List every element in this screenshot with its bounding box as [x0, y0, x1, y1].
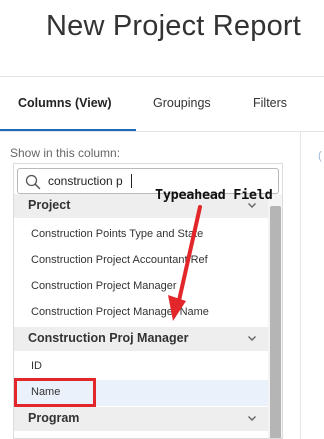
text-cursor: [131, 174, 132, 188]
tab-bar: Columns (View) Groupings Filters: [0, 78, 324, 132]
page-title: New Project Report: [46, 10, 302, 42]
tab-filters[interactable]: Filters: [253, 96, 287, 110]
group-label: Construction Proj Manager: [28, 331, 189, 345]
list-item[interactable]: Construction Project Manager: [14, 274, 268, 300]
list-item-label: ID: [31, 360, 42, 372]
header-divider: [0, 76, 324, 77]
scrollbar-thumb[interactable]: [270, 206, 281, 438]
column-picker-panel: Project Construction Points Type and Sta…: [13, 163, 283, 439]
chevron-down-icon: [248, 416, 256, 421]
search-icon: [25, 174, 41, 190]
tab-columns-view[interactable]: Columns (View): [18, 96, 112, 110]
group-label: Program: [28, 411, 80, 425]
show-in-column-label: Show in this column:: [10, 146, 121, 160]
list-item-label: Name: [31, 386, 61, 398]
list-item-name[interactable]: Name: [14, 380, 268, 406]
right-pane-fragment-icon: (: [318, 150, 322, 162]
group-header-program[interactable]: Program: [14, 407, 268, 431]
column-options-list: Project Construction Points Type and Sta…: [14, 194, 268, 438]
group-header-construction-proj-manager[interactable]: Construction Proj Manager: [14, 327, 268, 351]
list-item[interactable]: Construction Project Accountant Ref: [14, 248, 268, 274]
chevron-down-icon: [248, 336, 256, 341]
list-scrollbar[interactable]: [268, 194, 282, 438]
list-item-label: Construction Project Manager: [31, 280, 177, 292]
tab-groupings[interactable]: Groupings: [153, 96, 211, 110]
list-item[interactable]: Construction Project Manager Name: [14, 300, 268, 326]
report-builder-page: New Project Report Columns (View) Groupi…: [0, 0, 324, 439]
tabs-divider: [0, 131, 324, 132]
annotation-label: Typeahead Field: [155, 187, 273, 203]
right-pane-border: [300, 132, 301, 439]
annotation-arrow-icon: [168, 205, 202, 321]
list-item[interactable]: Construction Points Type and State: [14, 222, 268, 248]
group-label: Project: [28, 198, 71, 212]
list-item[interactable]: ID: [14, 354, 268, 380]
